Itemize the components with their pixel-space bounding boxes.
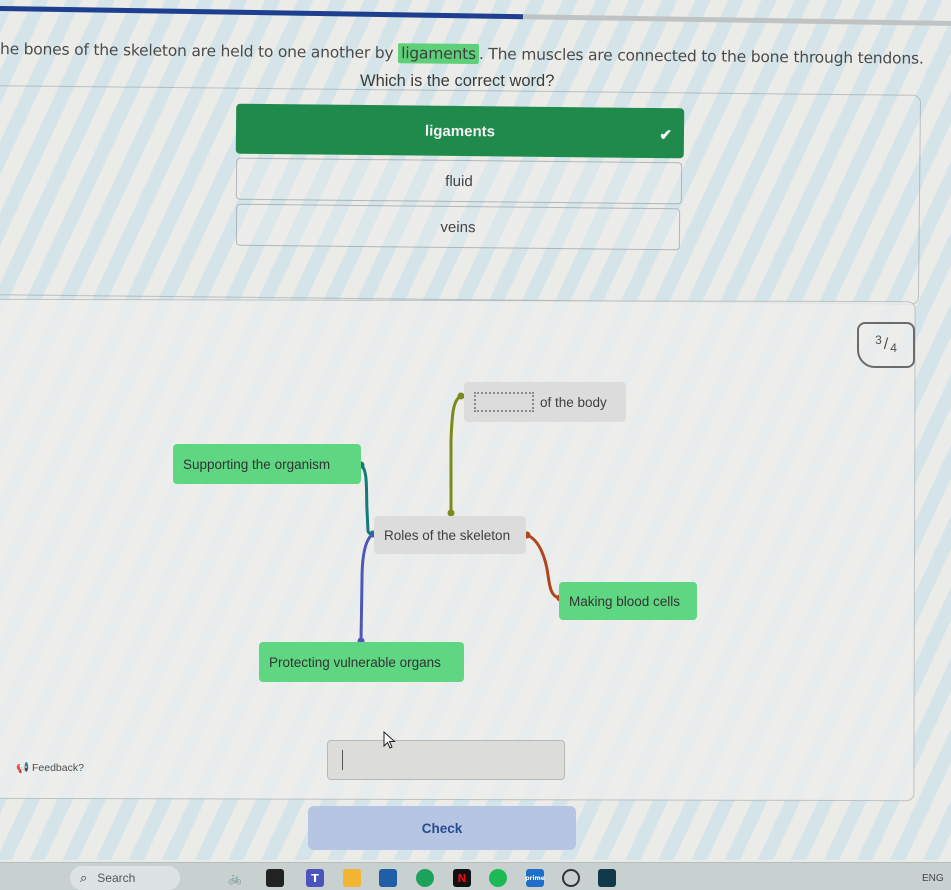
- counter-current: 3: [875, 333, 882, 347]
- counter-separator: /: [883, 336, 889, 353]
- option-fluid[interactable]: fluid: [235, 157, 683, 205]
- taskbar: ⌕ Search 🚲 T N prime ENG: [0, 862, 951, 890]
- option-ligaments[interactable]: ligaments ✔: [235, 103, 685, 159]
- search-label: Search: [97, 871, 136, 885]
- check-button[interactable]: Check: [308, 806, 576, 850]
- spotify-icon[interactable]: [489, 869, 507, 887]
- language-indicator[interactable]: ENG: [922, 873, 944, 884]
- disney-app-icon[interactable]: [598, 869, 616, 887]
- search-icon: ⌕: [80, 870, 88, 885]
- mindmap-node-blank: of the body: [464, 382, 626, 422]
- question-counter: 3 / 4: [857, 322, 915, 368]
- drop-blank-slot[interactable]: [474, 392, 534, 412]
- node-label: Making blood cells: [569, 593, 681, 609]
- edge-icon[interactable]: [416, 869, 434, 887]
- highlighted-answer: ligaments: [398, 43, 480, 65]
- answer-input[interactable]: [327, 740, 565, 780]
- node-label: Roles of the skeleton: [384, 527, 511, 543]
- node-label: Supporting the organism: [183, 456, 331, 472]
- mouse-cursor-icon: [383, 731, 396, 749]
- megaphone-icon: 📢: [16, 762, 30, 774]
- file-explorer-icon[interactable]: [343, 869, 361, 887]
- check-icon: ✔: [659, 126, 673, 145]
- node-label: Protecting vulnerable organs: [269, 654, 441, 670]
- option-label: ligaments: [424, 122, 496, 140]
- text-caret: [342, 750, 343, 770]
- prime-video-icon[interactable]: prime: [525, 869, 545, 887]
- windows-start-icon[interactable]: [38, 868, 58, 888]
- mindmap-node-supporting: Supporting the organism: [173, 444, 361, 484]
- taskbar-search[interactable]: ⌕ Search: [70, 866, 180, 890]
- microsoft-store-icon[interactable]: [379, 869, 397, 887]
- feedback-label: Feedback?: [32, 762, 84, 774]
- netflix-icon[interactable]: N: [453, 869, 471, 887]
- mindmap-node-center: Roles of the skeleton: [374, 516, 526, 554]
- option-label: veins: [440, 218, 476, 236]
- question-text: Which is the correct word?: [360, 72, 555, 90]
- mindmap-node-blood-cells: Making blood cells: [559, 582, 697, 620]
- option-label: fluid: [445, 172, 473, 190]
- teams-icon[interactable]: T: [306, 869, 324, 887]
- counter-total: 4: [890, 341, 897, 355]
- node-label: of the body: [540, 394, 607, 410]
- mindmap-node-protecting: Protecting vulnerable organs: [259, 642, 464, 682]
- option-veins[interactable]: veins: [235, 203, 681, 251]
- whatsapp-icon[interactable]: [562, 869, 580, 887]
- feedback-link[interactable]: 📢 Feedback?: [16, 761, 84, 774]
- task-view-icon[interactable]: [266, 869, 284, 887]
- widgets-bike-icon[interactable]: 🚲: [220, 869, 250, 887]
